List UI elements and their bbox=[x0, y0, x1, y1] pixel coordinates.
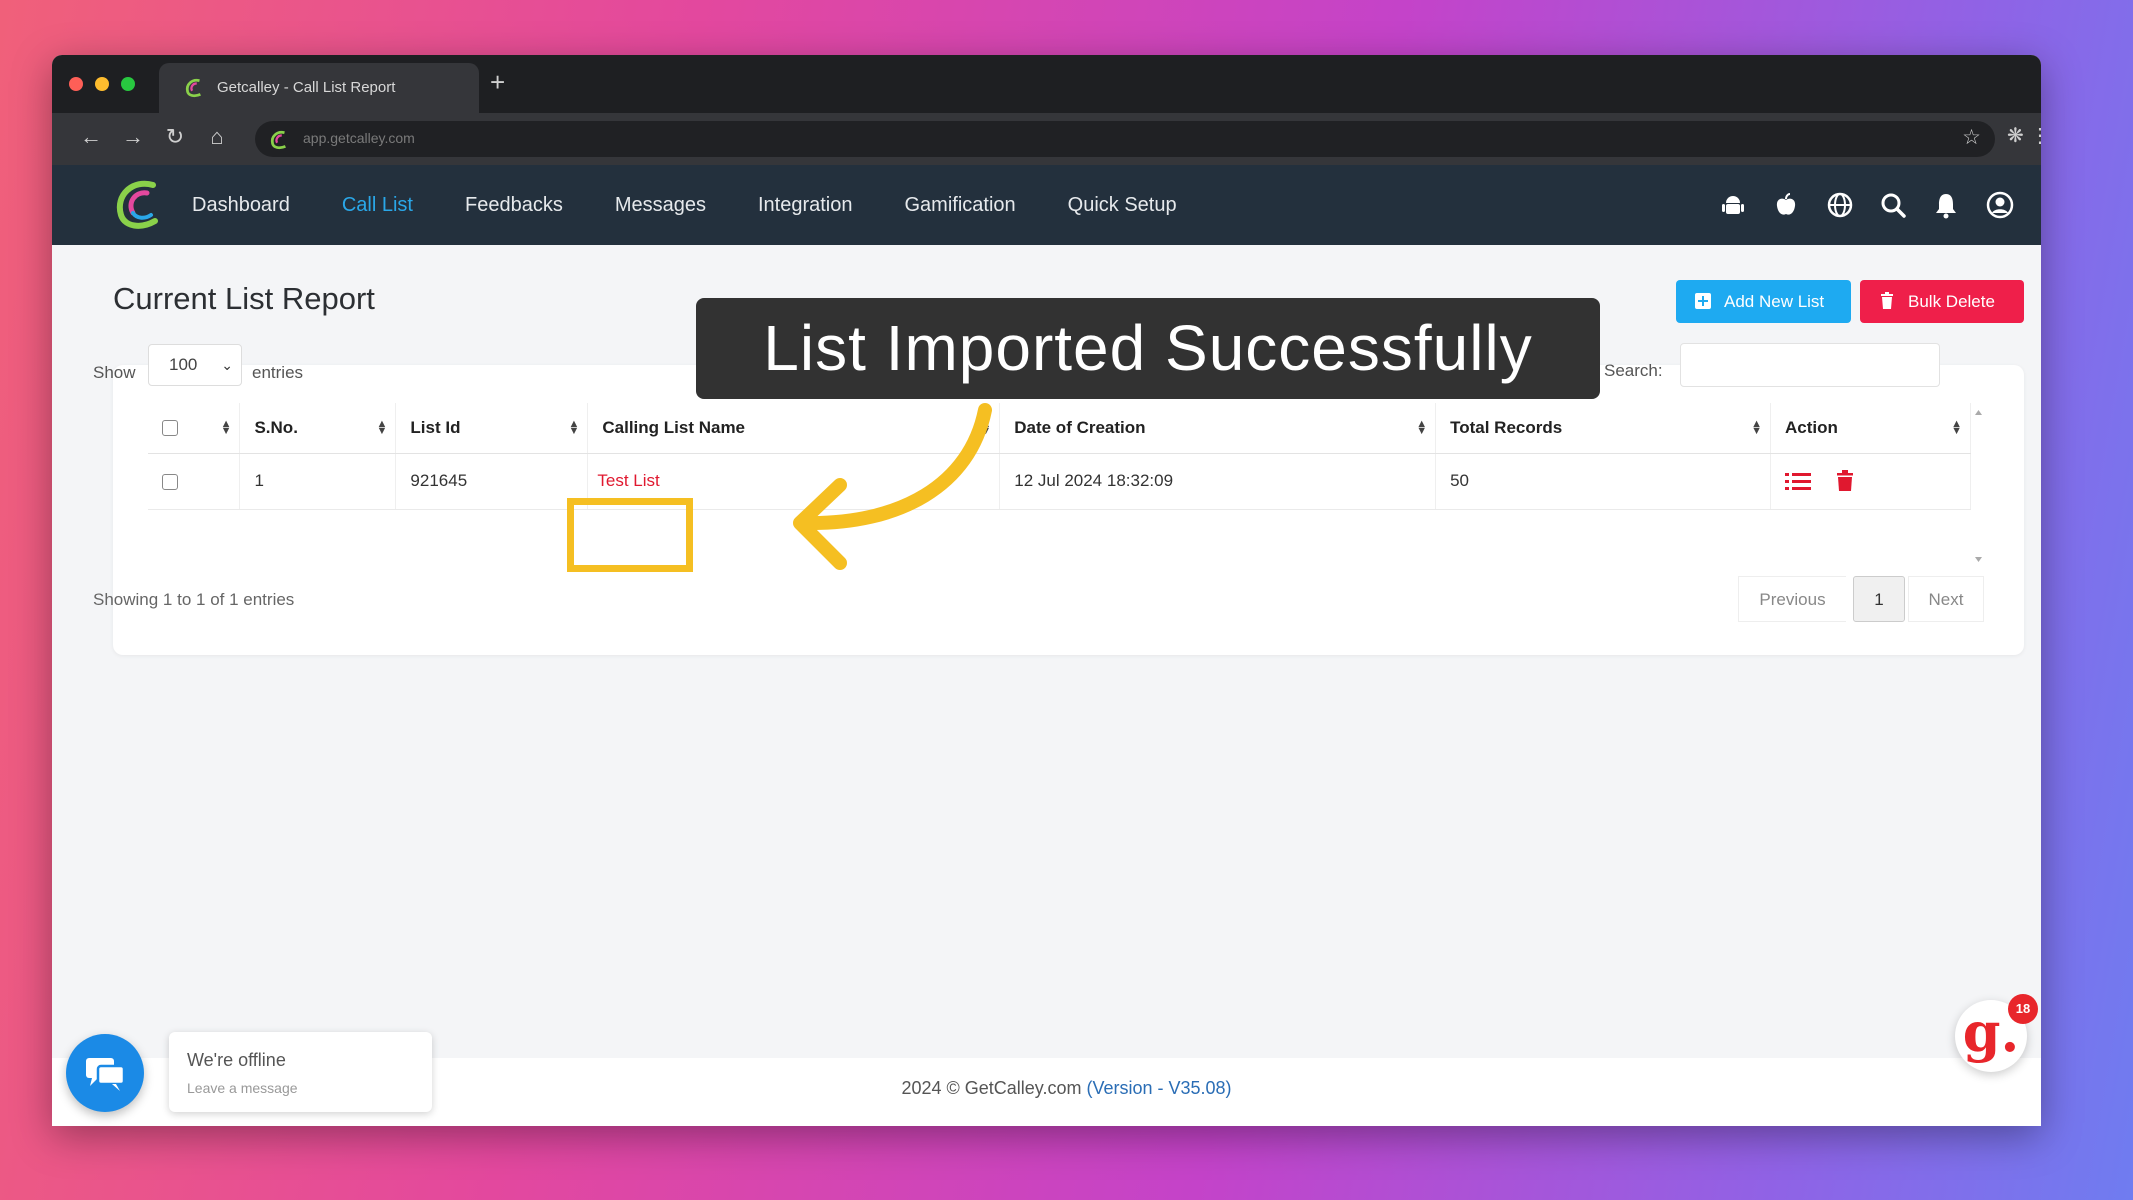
previous-page-button[interactable]: Previous bbox=[1738, 576, 1846, 622]
browser-menu-icon[interactable]: ⋮ bbox=[2030, 123, 2041, 148]
bell-icon[interactable] bbox=[1931, 190, 1961, 220]
row-checkbox[interactable] bbox=[162, 473, 178, 490]
footer-version-link[interactable]: (Version - V35.08) bbox=[1086, 1078, 1231, 1098]
table-row: 1 921645 Test List 12 Jul 2024 18:32:09 … bbox=[148, 453, 1971, 510]
cell-actions bbox=[1770, 453, 1971, 510]
menu-call-list[interactable]: Call List bbox=[342, 194, 413, 217]
apple-icon[interactable] bbox=[1771, 190, 1801, 220]
forward-icon[interactable]: → bbox=[118, 124, 148, 150]
menu-messages[interactable]: Messages bbox=[615, 194, 706, 217]
show-label: Show bbox=[93, 363, 136, 382]
entries-label: entries bbox=[252, 363, 304, 382]
address-url: app.getcalley.com bbox=[303, 130, 415, 146]
sort-icon: ▲ ▼ bbox=[1951, 418, 1962, 437]
call-list-table: ▲ ▼ S.No. ▲ ▼ List Id ▲ ▼ Calling List Name… bbox=[148, 403, 1971, 510]
home-icon[interactable]: ⌂ bbox=[202, 124, 232, 150]
plus-square-icon bbox=[1695, 293, 1711, 309]
sort-icon: ▲ ▼ bbox=[220, 418, 232, 437]
browser-toolbar: ← → ↻ ⌂ app.getcalley.com ☆ ❋ ⋮ bbox=[52, 113, 2041, 165]
footer-copyright: 2024 © GetCalley.com bbox=[901, 1078, 1082, 1098]
page-title: Current List Report bbox=[113, 281, 375, 316]
back-icon[interactable]: ← bbox=[76, 124, 106, 150]
chat-offline-title: We're offline bbox=[187, 1050, 286, 1070]
bulk-delete-label: Bulk Delete bbox=[1908, 292, 1995, 311]
cell-total-records: 50 bbox=[1435, 453, 1771, 510]
column-header-action[interactable]: Action ▲ ▼ bbox=[1770, 403, 1971, 454]
browser-tab[interactable]: Getcalley - Call List Report bbox=[159, 63, 479, 113]
table-header-row: ▲ ▼ S.No. ▲ ▼ List Id ▲ ▼ Calling List Name… bbox=[148, 403, 1971, 454]
menu-quick-setup[interactable]: Quick Setup bbox=[1068, 194, 1177, 217]
cell-date: 12 Jul 2024 18:32:09 bbox=[999, 453, 1437, 510]
trash-icon bbox=[1881, 292, 1893, 309]
close-window-button[interactable] bbox=[69, 77, 83, 91]
menu-gamification[interactable]: Gamification bbox=[905, 194, 1016, 217]
chat-button[interactable] bbox=[66, 1034, 144, 1112]
new-tab-button[interactable]: + bbox=[490, 67, 505, 98]
calling-list-name-link[interactable]: Test List bbox=[597, 471, 659, 490]
sort-icon: ▲ ▼ bbox=[1416, 418, 1428, 437]
cell-list-id: 921645 bbox=[395, 453, 589, 510]
calley-logo-icon[interactable] bbox=[109, 177, 165, 233]
pointer-arrow-icon bbox=[793, 403, 992, 570]
add-new-list-button[interactable]: Add New List bbox=[1676, 280, 1851, 323]
sort-icon: ▲ ▼ bbox=[376, 418, 388, 437]
user-icon[interactable] bbox=[1985, 190, 2015, 220]
next-page-button[interactable]: Next bbox=[1908, 576, 1984, 622]
bulk-delete-button[interactable]: Bulk Delete bbox=[1860, 280, 2024, 323]
chat-offline-card[interactable]: We're offline Leave a message bbox=[169, 1032, 432, 1112]
column-label-sno: S.No. bbox=[254, 417, 298, 437]
chevron-down-icon: ⌄ bbox=[221, 357, 233, 373]
menu-feedbacks[interactable]: Feedbacks bbox=[465, 194, 563, 217]
site-favicon-icon bbox=[270, 130, 286, 150]
android-icon[interactable] bbox=[1718, 190, 1748, 220]
sort-icon: ▲ ▼ bbox=[1751, 418, 1762, 437]
menu-dashboard[interactable]: Dashboard bbox=[192, 194, 290, 217]
browser-tab-title: Getcalley - Call List Report bbox=[217, 79, 396, 96]
list-view-icon[interactable] bbox=[1785, 470, 1811, 492]
reload-icon[interactable]: ↻ bbox=[160, 124, 190, 150]
column-header-total-records[interactable]: Total Records ▲ ▼ bbox=[1435, 403, 1771, 454]
globe-icon[interactable] bbox=[1825, 190, 1855, 220]
address-bar[interactable]: app.getcalley.com ☆ bbox=[255, 121, 1995, 157]
minimize-window-button[interactable] bbox=[95, 77, 109, 91]
calley-favicon-icon bbox=[185, 78, 201, 98]
row-select-cell bbox=[148, 453, 241, 510]
table-scrollbar[interactable] bbox=[1971, 403, 1986, 569]
add-new-list-label: Add New List bbox=[1724, 292, 1825, 311]
column-label-date: Date of Creation bbox=[1014, 417, 1146, 437]
select-all-checkbox[interactable] bbox=[162, 420, 178, 437]
success-banner: List Imported Successfully bbox=[696, 298, 1600, 399]
delete-icon[interactable] bbox=[1836, 470, 1854, 492]
search-input[interactable] bbox=[1680, 343, 1940, 387]
page-1-button[interactable]: 1 bbox=[1853, 576, 1905, 622]
column-label-total-records: Total Records bbox=[1450, 417, 1563, 437]
entries-per-page-select[interactable]: 100 ⌄ bbox=[148, 344, 242, 386]
chat-offline-subtitle: Leave a message bbox=[187, 1080, 298, 1096]
column-header-date[interactable]: Date of Creation ▲ ▼ bbox=[999, 403, 1437, 454]
highlight-box bbox=[567, 498, 693, 572]
chat-icon bbox=[86, 1058, 126, 1091]
search-label: Search: bbox=[1604, 361, 1663, 380]
main-menu: Dashboard Call List Feedbacks Messages I… bbox=[192, 165, 1229, 245]
browser-tabbar: Getcalley - Call List Report + bbox=[52, 55, 2041, 113]
menu-integration[interactable]: Integration bbox=[758, 194, 853, 217]
bookmark-star-icon[interactable]: ☆ bbox=[1962, 125, 1981, 150]
column-label-list-id: List Id bbox=[410, 417, 461, 437]
column-label-action: Action bbox=[1785, 417, 1838, 437]
gamification-badge: 18 bbox=[2008, 994, 2038, 1024]
entries-per-page-value: 100 bbox=[169, 355, 198, 374]
cell-sno: 1 bbox=[239, 453, 397, 510]
column-header-list-id[interactable]: List Id ▲ ▼ bbox=[395, 403, 589, 454]
sort-icon: ▲ ▼ bbox=[568, 418, 580, 437]
extensions-icon[interactable]: ❋ bbox=[2007, 123, 2024, 148]
pagination-info: Showing 1 to 1 of 1 entries bbox=[93, 590, 295, 609]
maximize-window-button[interactable] bbox=[121, 77, 135, 91]
column-header-sno[interactable]: S.No. ▲ ▼ bbox=[239, 403, 397, 454]
column-header-select[interactable]: ▲ ▼ bbox=[148, 403, 241, 454]
search-icon[interactable] bbox=[1878, 190, 1908, 220]
app-header: Dashboard Call List Feedbacks Messages I… bbox=[52, 165, 2041, 245]
